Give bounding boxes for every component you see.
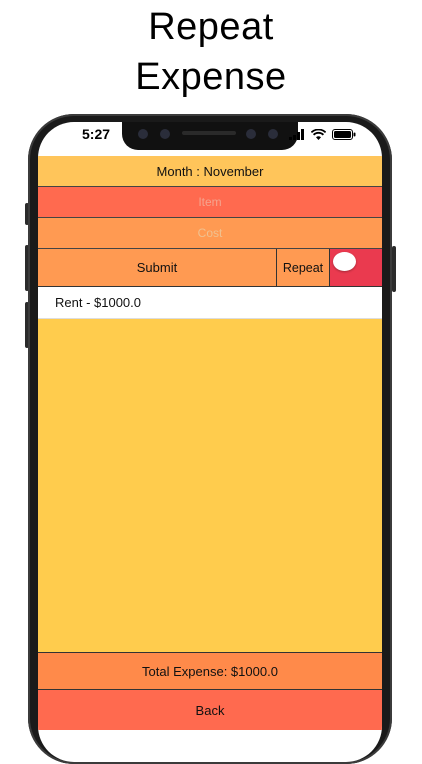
proximity-sensor-icon: [246, 129, 256, 139]
headline-line-1: Repeat: [148, 6, 274, 48]
battery-icon: [332, 129, 356, 140]
submit-button-label: Submit: [136, 260, 178, 275]
back-button-label: Back: [195, 702, 225, 718]
wifi-icon: [311, 129, 326, 140]
item-input-placeholder: Item: [198, 195, 222, 209]
status-bar: 5:27: [38, 122, 382, 156]
front-camera-icon: [138, 129, 148, 139]
notch: [122, 122, 298, 150]
signal-icon: [289, 129, 304, 140]
ambient-sensor-icon: [268, 129, 278, 139]
list-item-text: Rent - $1000.0: [55, 295, 142, 310]
face-id-sensor-icon: [160, 129, 170, 139]
cost-input[interactable]: Cost: [38, 218, 382, 249]
repeat-label-cell: Repeat: [277, 249, 330, 286]
cost-input-placeholder: Cost: [197, 226, 223, 240]
phone-screen: 5:27 Month: November Item Cost Submit R…: [38, 122, 382, 762]
month-label-row: Month : November: [38, 156, 382, 187]
submit-button[interactable]: Submit: [38, 249, 277, 286]
repeat-toggle[interactable]: [330, 249, 382, 286]
status-time: 5:27: [82, 126, 111, 142]
back-button[interactable]: Back: [38, 690, 382, 730]
total-expense-row: Total Expense: $1000.0: [38, 652, 382, 690]
headline-line-2: Expense: [135, 56, 287, 98]
repeat-toggle-knob[interactable]: [333, 252, 356, 271]
actions-row: Submit Repeat: [38, 249, 382, 287]
item-input[interactable]: Item: [38, 187, 382, 218]
status-icons: [289, 129, 356, 140]
repeat-label: Repeat: [282, 260, 324, 275]
list-item[interactable]: Rent - $1000.0: [38, 287, 382, 319]
month-label: Month : November: [156, 163, 264, 179]
earpiece-speaker: [182, 131, 236, 135]
total-expense-label: Total Expense: $1000.0: [142, 663, 278, 679]
phone-power-button: [392, 246, 396, 292]
expense-list[interactable]: Rent - $1000.0: [38, 287, 382, 652]
page-headline: Repeat Expense: [0, 2, 422, 102]
